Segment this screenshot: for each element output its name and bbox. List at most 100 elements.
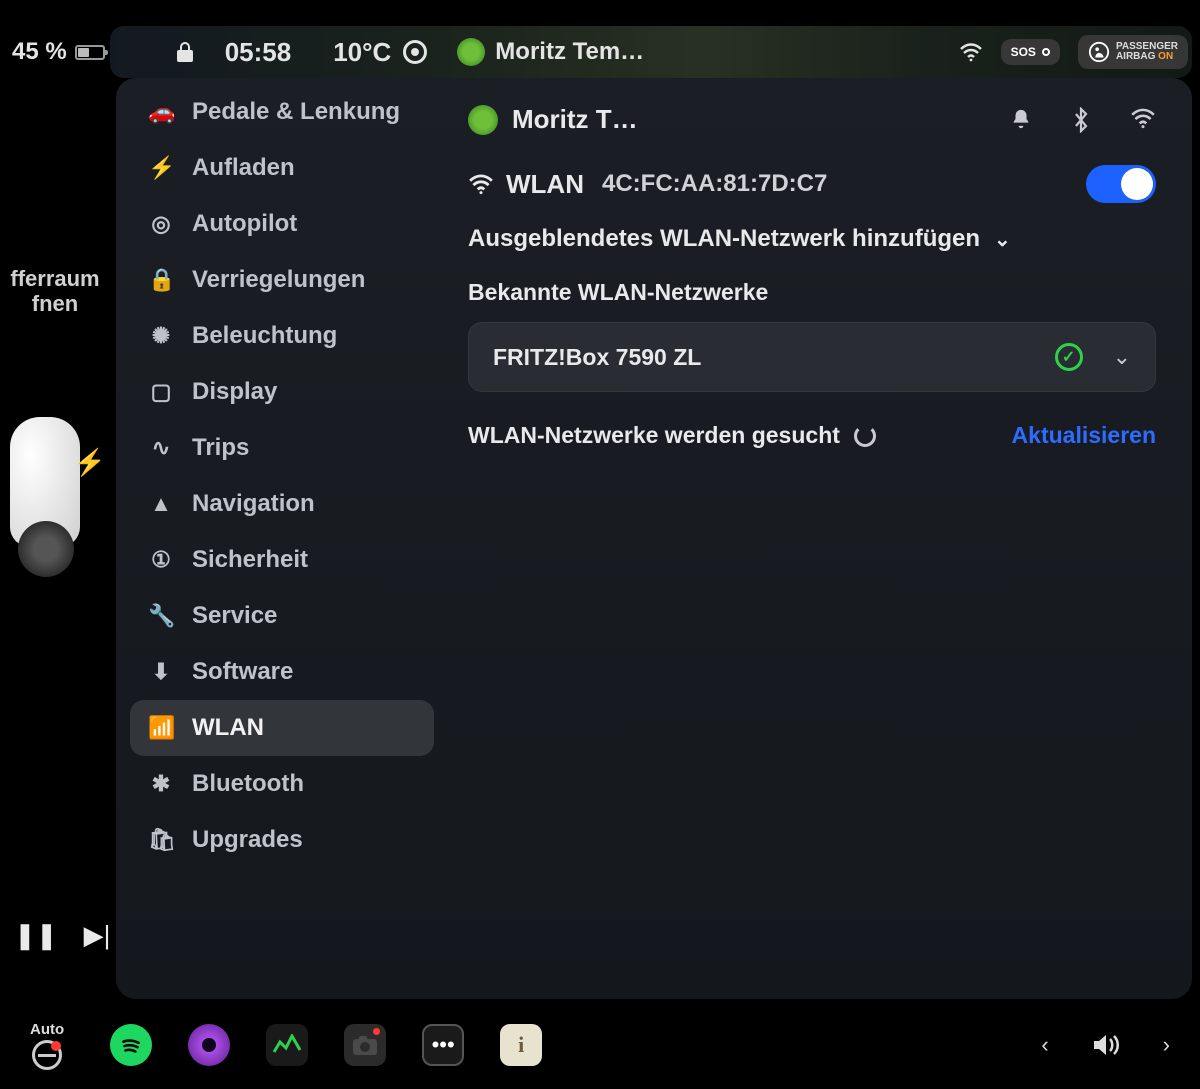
sidebar-item-icon: 📶: [148, 715, 174, 741]
airbag-icon: [1088, 41, 1110, 63]
chevron-down-icon[interactable]: ⌄: [1113, 344, 1131, 370]
bell-icon[interactable]: [1010, 107, 1032, 133]
next-track-button[interactable]: ▶|: [84, 920, 111, 951]
wlan-toggle[interactable]: [1086, 165, 1156, 203]
sidebar-item-label: Software: [192, 658, 293, 686]
status-bar: 45 % 05:58 10°C Moritz Tem… SOS PASSENGE…: [0, 26, 1200, 78]
profile-name: Moritz T…: [512, 104, 638, 135]
known-networks-heading: Bekannte WLAN-Netzwerke: [468, 279, 1156, 306]
profile-chip[interactable]: Moritz Tem…: [457, 38, 644, 66]
sidebar-item-trips[interactable]: ∿ Trips: [130, 420, 434, 476]
network-row[interactable]: FRITZ!Box 7590 ZL ✓ ⌄: [468, 322, 1156, 392]
sos-label: SOS: [1011, 45, 1036, 59]
more-apps-icon[interactable]: •••: [422, 1024, 464, 1066]
scanning-row: WLAN-Netzwerke werden gesucht Aktualisie…: [468, 422, 1156, 449]
steering-wheel-icon: [32, 1040, 62, 1070]
sidebar-item-icon: ▲: [148, 491, 174, 517]
airbag-badge: PASSENGER AIRBAG ON: [1078, 35, 1188, 69]
sidebar-item-label: Sicherheit: [192, 546, 308, 574]
spinner-icon: [854, 425, 876, 447]
wlan-label: WLAN: [506, 169, 584, 200]
sidebar-item-pedale-lenkung[interactable]: 🚗 Pedale & Lenkung: [130, 84, 434, 140]
profile-name-top: Moritz Tem…: [495, 38, 644, 66]
settings-content: Moritz T… WLAN 4C:FC:AA:81:7D:C: [448, 78, 1192, 999]
climate-auto-button[interactable]: Auto: [30, 1021, 64, 1070]
sidebar-item-icon: ∿: [148, 435, 174, 461]
sidebar-item-label: Verriegelungen: [192, 266, 365, 294]
spotify-app-icon[interactable]: [110, 1024, 152, 1066]
manual-app-icon[interactable]: i: [500, 1024, 542, 1066]
sidebar-item-icon: ⚡: [148, 155, 174, 181]
wifi-status-icon[interactable]: [959, 42, 983, 62]
wlan-header-row: WLAN 4C:FC:AA:81:7D:C7: [468, 165, 1156, 203]
volume-icon[interactable]: [1091, 1032, 1121, 1058]
add-hidden-network-button[interactable]: Ausgeblendetes WLAN-Netzwerk hinzufügen …: [468, 225, 1156, 253]
sidebar-item-icon: 🔒: [148, 267, 174, 293]
sidebar-item-verriegelungen[interactable]: 🔒 Verriegelungen: [130, 252, 434, 308]
sidebar-item-label: Autopilot: [192, 210, 297, 238]
sidebar-item-icon: 🛍: [148, 827, 174, 853]
energy-app-icon[interactable]: [266, 1024, 308, 1066]
dashcam-app-icon[interactable]: [188, 1024, 230, 1066]
sidebar-item-label: Aufladen: [192, 154, 295, 182]
sidebar-item-icon: ⬇: [148, 659, 174, 685]
airbag-state: ON: [1158, 51, 1173, 62]
pause-button[interactable]: ❚❚: [14, 920, 58, 951]
sidebar-item-label: Beleuchtung: [192, 322, 337, 350]
sidebar-item-software[interactable]: ⬇ Software: [130, 644, 434, 700]
sidebar-item-display[interactable]: ▢ Display: [130, 364, 434, 420]
vehicle-column: fferraum fnen ⚡ ❚❚ ▶|: [0, 86, 110, 991]
battery-indicator: 45 %: [12, 38, 105, 66]
charging-bolt-icon: ⚡: [74, 447, 106, 478]
chevron-down-icon: ⌄: [994, 227, 1011, 252]
refresh-button[interactable]: Aktualisieren: [1012, 422, 1156, 449]
sidebar-item-service[interactable]: 🔧Service: [130, 588, 434, 644]
sidebar-item-label: Pedale & Lenkung: [192, 98, 400, 126]
wifi-icon: [468, 173, 494, 195]
sidebar-item-label: Bluetooth: [192, 770, 304, 798]
volume-down-button[interactable]: ‹: [1041, 1032, 1048, 1058]
sidebar-item-label: WLAN: [192, 714, 264, 742]
temperature: 10°C: [333, 37, 391, 68]
settings-panel: 🚗 Pedale & Lenkung ⚡ Aufladen ◎ Autopilot 🔒 Ver…: [116, 78, 1192, 999]
dock: Auto ••• i ‹ ›: [0, 1001, 1200, 1089]
wifi-icon[interactable]: [1130, 107, 1156, 133]
scanning-label: WLAN-Netzwerke werden gesucht: [468, 422, 840, 449]
settings-sidebar: 🚗 Pedale & Lenkung ⚡ Aufladen ◎ Autopilot 🔒 Ver…: [116, 78, 448, 999]
trunk-open-button[interactable]: fferraum fnen: [10, 266, 99, 317]
lock-icon[interactable]: [175, 41, 195, 63]
network-name: FRITZ!Box 7590 ZL: [493, 344, 701, 371]
avatar-icon: [457, 38, 485, 66]
sidebar-item-label: Upgrades: [192, 826, 303, 854]
clock: 05:58: [225, 37, 292, 68]
sidebar-item-icon: ▢: [148, 379, 174, 405]
car-illustration[interactable]: ⚡: [10, 387, 100, 577]
volume-up-button[interactable]: ›: [1163, 1032, 1170, 1058]
sidebar-item-label: Display: [192, 378, 277, 406]
sos-dot-icon: [1042, 48, 1050, 56]
sidebar-item-icon: 🚗: [148, 99, 174, 125]
bluetooth-icon[interactable]: [1072, 107, 1090, 133]
sidebar-item-label: Navigation: [192, 490, 315, 518]
sidebar-item-beleuchtung[interactable]: ✺Beleuchtung: [130, 308, 434, 364]
profile-row[interactable]: Moritz T…: [468, 104, 1156, 135]
sidebar-item-label: Trips: [192, 434, 249, 462]
sidebar-item-wlan[interactable]: 📶 WLAN: [130, 700, 434, 756]
sidebar-item-navigation[interactable]: ▲ Navigation: [130, 476, 434, 532]
sidebar-item-icon: ①: [148, 547, 174, 573]
sidebar-item-upgrades[interactable]: 🛍 Upgrades: [130, 812, 434, 868]
battery-icon: [75, 45, 105, 60]
sidebar-item-bluetooth[interactable]: ✱Bluetooth: [130, 756, 434, 812]
sos-badge[interactable]: SOS: [1001, 39, 1060, 65]
sidebar-item-aufladen[interactable]: ⚡ Aufladen: [130, 140, 434, 196]
connected-check-icon: ✓: [1055, 343, 1083, 371]
auto-label: Auto: [30, 1021, 64, 1038]
sidebar-item-sicherheit[interactable]: ① Sicherheit: [130, 532, 434, 588]
sentry-icon[interactable]: [403, 40, 427, 64]
sidebar-item-icon: ◎: [148, 211, 174, 237]
battery-percent: 45 %: [12, 38, 67, 66]
sidebar-item-autopilot[interactable]: ◎ Autopilot: [130, 196, 434, 252]
mac-address: 4C:FC:AA:81:7D:C7: [602, 170, 827, 198]
sidebar-item-icon: 🔧: [148, 603, 174, 629]
camera-app-icon[interactable]: [344, 1024, 386, 1066]
